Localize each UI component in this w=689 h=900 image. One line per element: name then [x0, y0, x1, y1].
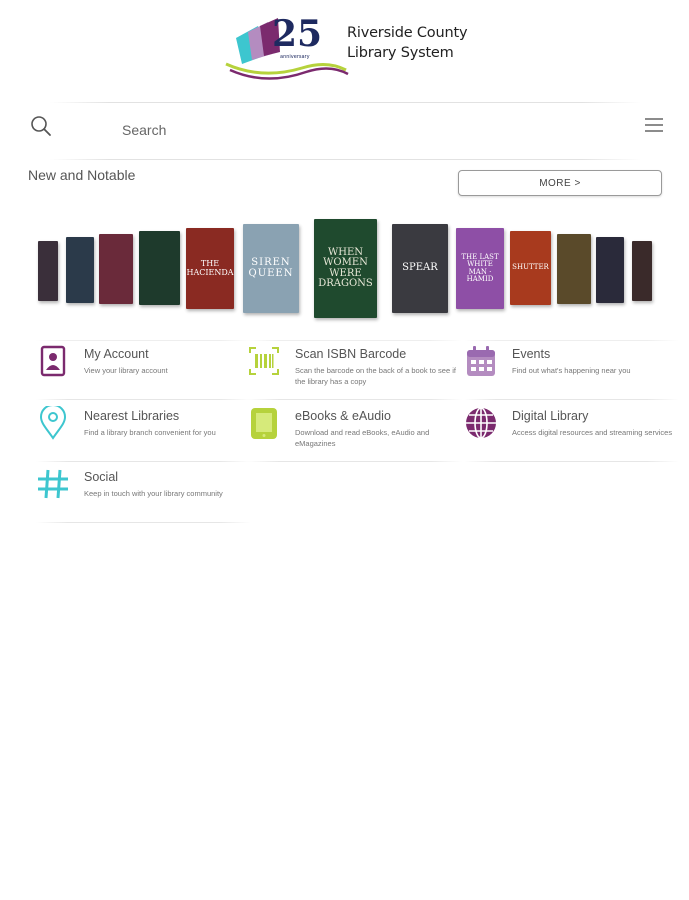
location-pin-icon: [39, 406, 67, 440]
globe-icon: [466, 407, 496, 439]
divider: [247, 340, 462, 341]
book-cover-title: [572, 267, 576, 271]
book-carousel[interactable]: THE HACIENDA SIREN QUEEN WHEN WOMEN WERE…: [0, 215, 689, 325]
tile-ebooks-eaudio[interactable]: eBooks & eAudio Download and read eBooks…: [247, 402, 462, 462]
book-cover-title: WHEN WOMEN WERE DRAGONS: [318, 246, 373, 289]
divider: [50, 159, 641, 160]
tile-title: Events: [512, 347, 551, 361]
book-cover-title: SPEAR: [402, 262, 438, 274]
account-icon: [40, 345, 66, 377]
logo-number: 25: [272, 13, 322, 55]
divider: [36, 340, 251, 341]
book-cover-title: THE LAST WHITE MAN · HAMID: [461, 252, 499, 283]
library-name-line2: Library System: [347, 45, 454, 61]
search-bar: [0, 102, 689, 160]
tile-social[interactable]: Social Keep in touch with your library c…: [36, 463, 251, 523]
tile-description: Download and read eBooks, eAudio and eMa…: [295, 428, 430, 448]
calendar-icon: [467, 346, 495, 376]
book-cover[interactable]: SIREN QUEEN: [243, 224, 299, 313]
book-cover[interactable]: [596, 237, 624, 303]
divider: [247, 399, 462, 400]
library-name: Riverside County Library System: [347, 23, 468, 63]
tile-description: Keep in touch with your library communit…: [84, 489, 223, 498]
divider: [464, 461, 679, 462]
book-cover-title: SIREN QUEEN: [248, 257, 294, 279]
app-header: 25 anniversary Riverside County Library …: [0, 0, 689, 95]
tile-scan-isbn-barcode[interactable]: Scan ISBN Barcode Scan the barcode on th…: [247, 340, 462, 400]
book-cover[interactable]: THE HACIENDA: [186, 228, 234, 309]
library-logo: 25 anniversary: [225, 13, 349, 80]
book-cover[interactable]: [557, 234, 591, 304]
tile-events[interactable]: Events Find out what's happening near yo…: [464, 340, 679, 400]
book-cover[interactable]: [66, 237, 94, 303]
book-cover[interactable]: [99, 234, 133, 304]
tile-title: Nearest Libraries: [84, 409, 180, 423]
tile-title: My Account: [84, 347, 149, 361]
divider: [36, 461, 251, 462]
tile-title: Scan ISBN Barcode: [295, 347, 407, 361]
book-cover-title: [114, 267, 118, 271]
book-cover-title: [46, 269, 50, 273]
book-cover-title: [158, 266, 162, 270]
book-cover-title: [608, 268, 612, 272]
book-cover-title: [78, 268, 82, 272]
tile-nearest-libraries[interactable]: Nearest Libraries Find a library branch …: [36, 402, 251, 462]
search-icon[interactable]: [29, 114, 53, 138]
divider: [247, 461, 462, 462]
logo-anniversary-word: anniversary: [280, 54, 310, 60]
book-cover[interactable]: SHUTTER: [510, 231, 551, 305]
book-cover-title: [640, 269, 644, 273]
book-cover[interactable]: SPEAR: [392, 224, 448, 313]
tile-description: Access digital resources and streaming s…: [512, 428, 673, 437]
hamburger-menu-icon[interactable]: [643, 114, 665, 136]
book-cover[interactable]: [38, 241, 58, 301]
tile-digital-library[interactable]: Digital Library Access digital resources…: [464, 402, 679, 462]
search-input[interactable]: [110, 116, 570, 144]
divider: [36, 522, 251, 523]
divider: [464, 340, 679, 341]
tile-title: Social: [84, 470, 119, 484]
tile-description: Scan the barcode on the back of a book t…: [295, 366, 456, 386]
tablet-icon: [251, 408, 277, 439]
tile-title: Digital Library: [512, 409, 589, 423]
book-cover[interactable]: [139, 231, 180, 305]
divider: [464, 399, 679, 400]
tile-my-account[interactable]: My Account View your library account: [36, 340, 251, 400]
hashtag-icon: [38, 469, 68, 499]
tile-title: eBooks & eAudio: [295, 409, 391, 423]
book-cover[interactable]: [632, 241, 652, 301]
book-cover-title: THE HACIENDA: [186, 259, 234, 277]
book-cover[interactable]: THE LAST WHITE MAN · HAMID: [456, 228, 504, 309]
divider: [36, 399, 251, 400]
book-cover-title: SHUTTER: [512, 263, 549, 272]
library-name-line1: Riverside County: [347, 25, 468, 41]
section-title-new-and-notable: New and Notable: [28, 167, 136, 183]
tile-description: Find a library branch convenient for you: [84, 428, 216, 437]
barcode-icon: [249, 347, 279, 375]
book-cover[interactable]: WHEN WOMEN WERE DRAGONS: [314, 219, 377, 318]
tile-description: Find out what's happening near you: [512, 366, 631, 375]
divider: [50, 102, 641, 103]
more-button[interactable]: MORE >: [458, 170, 662, 196]
tile-description: View your library account: [84, 366, 168, 375]
